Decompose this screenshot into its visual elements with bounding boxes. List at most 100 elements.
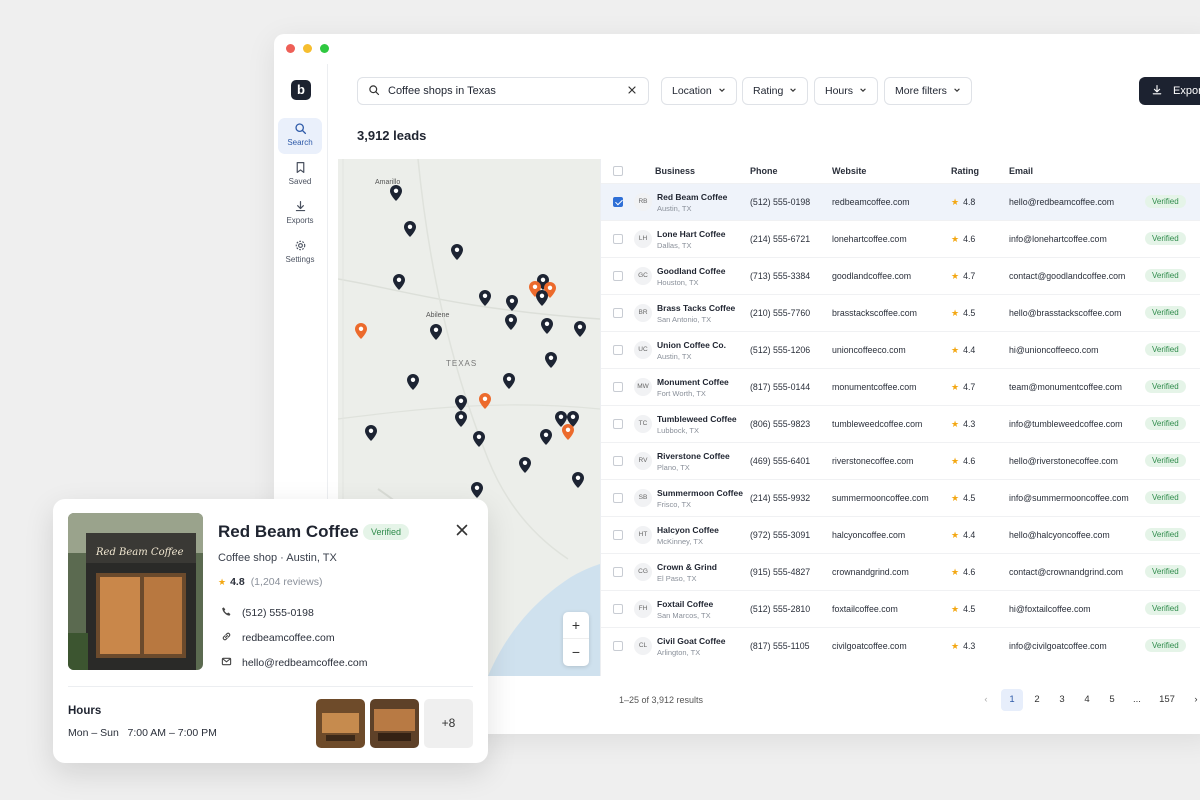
table-row[interactable]: HT Halcyon Coffee McKinney, TX (972) 555-30… <box>601 516 1200 553</box>
prev-page-button[interactable]: ‹ <box>975 689 997 711</box>
page-button[interactable]: 1 <box>1001 689 1023 711</box>
website-cell[interactable]: brasstackscoffee.com <box>832 308 917 318</box>
email-cell[interactable]: info@summermooncoffee.com <box>1009 493 1129 503</box>
website-cell[interactable]: riverstonecoffee.com <box>832 456 914 466</box>
table-row[interactable]: UC Union Coffee Co. Austin, TX (512) 555-12… <box>601 331 1200 368</box>
sidebar-item-exports[interactable]: Exports <box>278 196 322 232</box>
column-header-email[interactable]: Email <box>1009 166 1033 176</box>
email-cell[interactable]: contact@goodlandcoffee.com <box>1009 271 1125 281</box>
row-checkbox[interactable] <box>613 641 623 651</box>
email-cell[interactable]: contact@crownandgrind.com <box>1009 567 1123 577</box>
map-pin-icon[interactable] <box>430 324 442 340</box>
map-pin-icon[interactable] <box>471 482 483 498</box>
row-checkbox[interactable] <box>613 530 623 540</box>
website-cell[interactable]: tumbleweedcoffee.com <box>832 419 922 429</box>
map-pin-icon[interactable] <box>541 318 553 334</box>
business-name[interactable]: Tumbleweed Coffee <box>657 414 737 424</box>
map-pin-icon[interactable] <box>407 374 419 390</box>
email-cell[interactable]: hello@brasstackscoffee.com <box>1009 308 1121 318</box>
next-page-button[interactable]: › <box>1185 689 1200 711</box>
zoom-out-button[interactable]: − <box>563 639 589 666</box>
map-pin-icon[interactable] <box>503 373 515 389</box>
email-cell[interactable]: team@monumentcoffee.com <box>1009 382 1122 392</box>
map-pin-icon[interactable] <box>393 274 405 290</box>
map-pin-icon[interactable] <box>479 290 491 306</box>
table-row[interactable]: TC Tumbleweed Coffee Lubbock, TX (806) 555-… <box>601 405 1200 442</box>
website-cell[interactable]: monumentcoffee.com <box>832 382 916 392</box>
map-pin-icon[interactable] <box>506 295 518 311</box>
map-pin-icon[interactable] <box>355 323 367 339</box>
business-name[interactable]: Union Coffee Co. <box>657 340 726 350</box>
email-cell[interactable]: hello@redbeamcoffee.com <box>1009 197 1114 207</box>
storefront-photo[interactable]: Red Beam Coffee <box>68 513 203 670</box>
map-pin-icon[interactable] <box>473 431 485 447</box>
row-checkbox[interactable] <box>613 456 623 466</box>
table-row[interactable]: RV Riverstone Coffee Plano, TX (469) 555-64… <box>601 442 1200 479</box>
website-cell[interactable]: unioncoffeeco.com <box>832 345 906 355</box>
row-checkbox[interactable] <box>613 345 623 355</box>
business-name[interactable]: Goodland Coffee <box>657 266 725 276</box>
email-cell[interactable]: hi@unioncoffeeco.com <box>1009 345 1098 355</box>
map-pin-icon[interactable] <box>540 429 552 445</box>
map-pin-icon[interactable] <box>404 221 416 237</box>
column-header-phone[interactable]: Phone <box>750 166 778 176</box>
maximize-window-button[interactable] <box>320 44 329 53</box>
table-row[interactable]: LH Lone Hart Coffee Dallas, TX (214) 555-67… <box>601 220 1200 257</box>
table-row[interactable]: MW Monument Coffee Fort Worth, TX (817) 555… <box>601 368 1200 405</box>
app-logo[interactable]: b <box>291 80 311 100</box>
row-checkbox[interactable] <box>613 197 623 207</box>
review-count[interactable]: (1,204 reviews) <box>251 576 323 588</box>
email-cell[interactable]: info@lonehartcoffee.com <box>1009 234 1107 244</box>
page-button[interactable]: 4 <box>1076 689 1098 711</box>
website-cell[interactable]: halcyoncoffee.com <box>832 530 905 540</box>
business-phone[interactable]: (512) 555-0198 <box>221 606 314 620</box>
page-button[interactable]: 5 <box>1101 689 1123 711</box>
business-name[interactable]: Civil Goat Coffee <box>657 636 725 646</box>
table-row[interactable]: BR Brass Tacks Coffee San Antonio, TX (210)… <box>601 294 1200 331</box>
map-pin-icon[interactable] <box>562 424 574 440</box>
business-email[interactable]: hello@redbeamcoffee.com <box>221 656 367 670</box>
map-pin-icon[interactable] <box>505 314 517 330</box>
map-pin-icon[interactable] <box>519 457 531 473</box>
website-cell[interactable]: crownandgrind.com <box>832 567 909 577</box>
row-checkbox[interactable] <box>613 567 623 577</box>
row-checkbox[interactable] <box>613 271 623 281</box>
map-pin-icon[interactable] <box>365 425 377 441</box>
column-header-business[interactable]: Business <box>655 166 695 176</box>
website-cell[interactable]: foxtailcoffee.com <box>832 604 898 614</box>
map-pin-icon[interactable] <box>545 352 557 368</box>
row-checkbox[interactable] <box>613 493 623 503</box>
search-bar[interactable]: Coffee shops in Texas <box>357 77 649 105</box>
website-cell[interactable]: summermooncoffee.com <box>832 493 929 503</box>
row-checkbox[interactable] <box>613 234 623 244</box>
clear-search-icon[interactable] <box>626 84 638 99</box>
page-button[interactable]: 157 <box>1154 689 1180 711</box>
business-name[interactable]: Riverstone Coffee <box>657 451 730 461</box>
map-pin-icon[interactable] <box>451 244 463 260</box>
photo-thumbnail[interactable] <box>370 699 419 748</box>
website-cell[interactable]: goodlandcoffee.com <box>832 271 911 281</box>
page-button[interactable]: 3 <box>1051 689 1073 711</box>
email-cell[interactable]: info@tumbleweedcoffee.com <box>1009 419 1122 429</box>
zoom-in-button[interactable]: + <box>563 612 589 639</box>
close-window-button[interactable] <box>286 44 295 53</box>
email-cell[interactable]: hello@riverstonecoffee.com <box>1009 456 1118 466</box>
map-pin-icon[interactable] <box>574 321 586 337</box>
row-checkbox[interactable] <box>613 308 623 318</box>
business-name[interactable]: Monument Coffee <box>657 377 729 387</box>
table-row[interactable]: CL Civil Goat Coffee Arlington, TX (817) 55… <box>601 627 1200 664</box>
table-row[interactable]: CG Crown & Grind El Paso, TX (915) 555-4827… <box>601 553 1200 590</box>
website-cell[interactable]: redbeamcoffee.com <box>832 197 910 207</box>
map-pin-icon[interactable] <box>455 411 467 427</box>
filter-location[interactable]: Location <box>661 77 737 105</box>
business-name[interactable]: Foxtail Coffee <box>657 599 713 609</box>
website-cell[interactable]: lonehartcoffee.com <box>832 234 907 244</box>
business-name[interactable]: Halcyon Coffee <box>657 525 719 535</box>
export-button[interactable]: Export <box>1139 77 1200 105</box>
filter-hours[interactable]: Hours <box>814 77 879 105</box>
column-header-website[interactable]: Website <box>832 166 866 176</box>
photo-thumbnail[interactable] <box>316 699 365 748</box>
select-all-checkbox[interactable] <box>613 166 623 176</box>
close-icon[interactable] <box>455 523 469 537</box>
email-cell[interactable]: info@civilgoatcoffee.com <box>1009 641 1107 651</box>
